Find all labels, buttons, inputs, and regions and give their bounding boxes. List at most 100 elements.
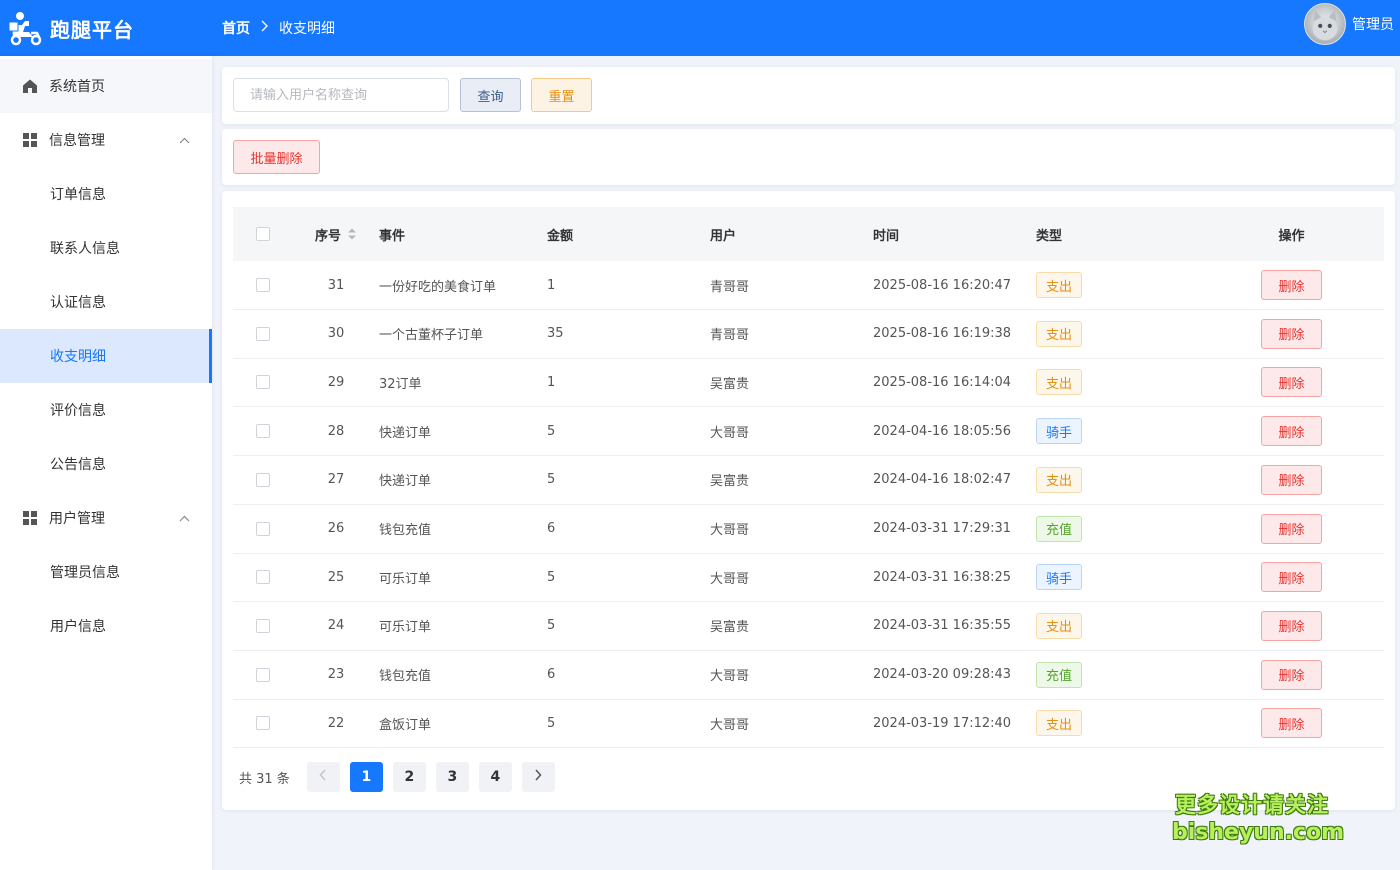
- sidebar-item-label: 联系人信息: [50, 241, 120, 257]
- cell-amount: 6: [547, 521, 556, 536]
- delete-button[interactable]: 删除: [1261, 416, 1322, 447]
- avatar[interactable]: [1304, 3, 1346, 45]
- column-header-amount: 金额: [547, 228, 574, 244]
- sidebar-item-admins[interactable]: 管理员信息: [0, 545, 212, 599]
- grid-icon: [22, 510, 38, 526]
- chevron-left-icon: [319, 769, 327, 785]
- header-label: 序号: [314, 228, 341, 244]
- column-header-index[interactable]: 序号: [293, 225, 379, 244]
- row-checkbox[interactable]: [256, 521, 270, 536]
- cell-user: 青哥哥: [710, 328, 750, 344]
- type-tag: 支出: [1036, 369, 1082, 396]
- cell-time: 2024-03-19 17:12:40: [873, 715, 1012, 731]
- search-input[interactable]: [233, 78, 449, 112]
- delete-button[interactable]: 删除: [1261, 318, 1322, 349]
- next-page-button[interactable]: [521, 762, 555, 792]
- cell-event: 32订单: [379, 376, 422, 392]
- pagination: 共 31 条 1 2 3 4: [233, 761, 565, 793]
- sidebar: 系统首页 信息管理 订单信息 联系人信息 认证信息 收支明细 评价信息 公告信息…: [0, 56, 212, 870]
- sidebar-item-income-expense[interactable]: 收支明细: [0, 329, 212, 383]
- row-checkbox[interactable]: [256, 472, 270, 487]
- cell-user: 大哥哥: [710, 523, 750, 538]
- sidebar-item-certification[interactable]: 认证信息: [0, 275, 212, 329]
- prev-page-button[interactable]: [306, 762, 340, 792]
- cell-event: 一个古董杯子订单: [379, 328, 484, 344]
- sidebar-item-label: 管理员信息: [50, 565, 120, 581]
- chevron-right-icon: [534, 769, 542, 785]
- cell-index: 25: [327, 569, 345, 585]
- sidebar-item-label: 收支明细: [50, 349, 106, 365]
- query-button[interactable]: 查询: [460, 78, 521, 112]
- row-checkbox[interactable]: [256, 326, 270, 341]
- delete-button[interactable]: 删除: [1261, 270, 1322, 300]
- cell-event: 可乐订单: [379, 620, 432, 636]
- cell-index: 27: [327, 472, 345, 488]
- top-header: 跑腿平台 首页 收支明细 管理员: [0, 0, 1400, 56]
- cell-user: 青哥哥: [710, 279, 750, 295]
- bulk-delete-button[interactable]: 批量删除: [233, 140, 320, 174]
- breadcrumb: 首页 收支明细: [222, 18, 335, 38]
- row-checkbox[interactable]: [256, 375, 270, 390]
- sidebar-item-label: 认证信息: [50, 295, 106, 311]
- logo[interactable]: 跑腿平台: [0, 8, 212, 48]
- row-checkbox[interactable]: [256, 278, 270, 292]
- cell-user: 吴富贵: [710, 620, 750, 636]
- table-row: 29 32订单 1 吴富贵 2025-08-16 16:14:04 支出 删除: [233, 358, 1384, 408]
- cell-amount: 1: [547, 374, 556, 390]
- watermark: 更多设计请关注 bisheyun.com: [1172, 792, 1344, 846]
- sidebar-item-contacts[interactable]: 联系人信息: [0, 221, 212, 275]
- delete-button[interactable]: 删除: [1261, 610, 1322, 641]
- cell-index: 22: [327, 715, 345, 731]
- cell-index: 26: [327, 521, 345, 536]
- column-header-type: 类型: [1036, 228, 1063, 244]
- cell-index: 29: [327, 374, 345, 390]
- type-tag: 充值: [1036, 515, 1082, 542]
- search-card: 查询 重置: [222, 67, 1395, 124]
- delete-button[interactable]: 删除: [1261, 464, 1322, 495]
- sidebar-item-label: 评价信息: [50, 403, 106, 419]
- row-checkbox[interactable]: [256, 570, 270, 585]
- page-button-2[interactable]: 2: [392, 762, 426, 792]
- cell-user: 大哥哥: [710, 425, 750, 441]
- row-checkbox[interactable]: [256, 667, 270, 682]
- sort-icon[interactable]: [347, 227, 357, 241]
- page-button-3[interactable]: 3: [435, 762, 469, 792]
- sidebar-group-user-management[interactable]: 用户管理: [0, 491, 212, 545]
- row-checkbox[interactable]: [256, 618, 270, 633]
- cell-event: 盒饭订单: [379, 717, 432, 733]
- cell-index: 23: [327, 667, 345, 683]
- courier-scooter-icon: [6, 8, 46, 48]
- row-checkbox[interactable]: [256, 716, 270, 731]
- grid-icon: [22, 132, 38, 148]
- row-checkbox[interactable]: [256, 424, 270, 439]
- user-menu[interactable]: 管理员: [1304, 3, 1394, 45]
- home-icon: [22, 78, 38, 94]
- select-all-checkbox[interactable]: [256, 227, 270, 241]
- username[interactable]: 管理员: [1352, 14, 1394, 34]
- sidebar-item-home[interactable]: 系统首页: [0, 59, 212, 113]
- sidebar-item-orders[interactable]: 订单信息: [0, 167, 212, 221]
- breadcrumb-home[interactable]: 首页: [222, 18, 250, 38]
- page-button-4[interactable]: 4: [478, 762, 512, 792]
- cell-user: 吴富贵: [710, 376, 750, 392]
- sidebar-item-notices[interactable]: 公告信息: [0, 437, 212, 491]
- delete-button[interactable]: 删除: [1261, 659, 1322, 690]
- sidebar-item-reviews[interactable]: 评价信息: [0, 383, 212, 437]
- table-card: 序号 事件 金额 用户 时间 类型 操作 31 一份好吃的美食订单 1 青哥哥 2025…: [222, 191, 1395, 810]
- delete-button[interactable]: 删除: [1261, 562, 1322, 593]
- cell-index: 24: [327, 618, 345, 634]
- chevron-up-icon: [179, 511, 190, 527]
- table-row: 30 一个古董杯子订单 35 青哥哥 2025-08-16 16:19:38 支出 删除: [233, 310, 1384, 359]
- reset-button[interactable]: 重置: [531, 78, 592, 112]
- delete-button[interactable]: 删除: [1261, 513, 1322, 544]
- delete-button[interactable]: 删除: [1261, 367, 1322, 398]
- watermark-line1: 更多设计请关注: [1175, 793, 1329, 817]
- page-button-1[interactable]: 1: [349, 762, 383, 792]
- type-tag: 支出: [1036, 272, 1082, 298]
- delete-button[interactable]: 删除: [1261, 708, 1322, 739]
- sidebar-group-info-management[interactable]: 信息管理: [0, 113, 212, 167]
- cell-time: 2024-03-31 16:35:55: [873, 618, 1012, 634]
- table-row: 23 钱包充值 6 大哥哥 2024-03-20 09:28:43 充值 删除: [233, 651, 1384, 700]
- sidebar-item-users[interactable]: 用户信息: [0, 599, 212, 653]
- cell-amount: 1: [547, 277, 556, 293]
